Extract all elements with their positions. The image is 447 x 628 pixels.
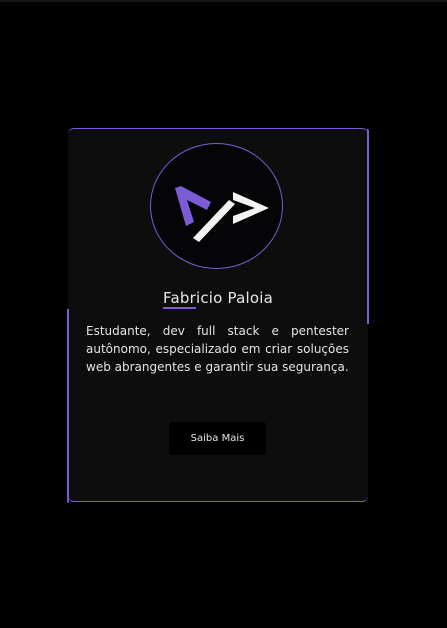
profile-name: Fabricio Paloia — [68, 289, 368, 307]
logo-avatar — [150, 143, 283, 269]
profile-card: Fabricio Paloia Estudante, dev full stac… — [67, 128, 369, 503]
card-accent-edge-left — [67, 309, 69, 503]
profile-bio: Estudante, dev full stack e pentester au… — [86, 324, 349, 374]
code-brackets-icon — [175, 186, 269, 242]
profile-name-rest: icio Paloia — [195, 289, 273, 307]
profile-name-first: Fabr — [163, 289, 196, 307]
saiba-mais-button[interactable]: Saiba Mais — [169, 422, 266, 455]
top-divider — [0, 0, 447, 2]
